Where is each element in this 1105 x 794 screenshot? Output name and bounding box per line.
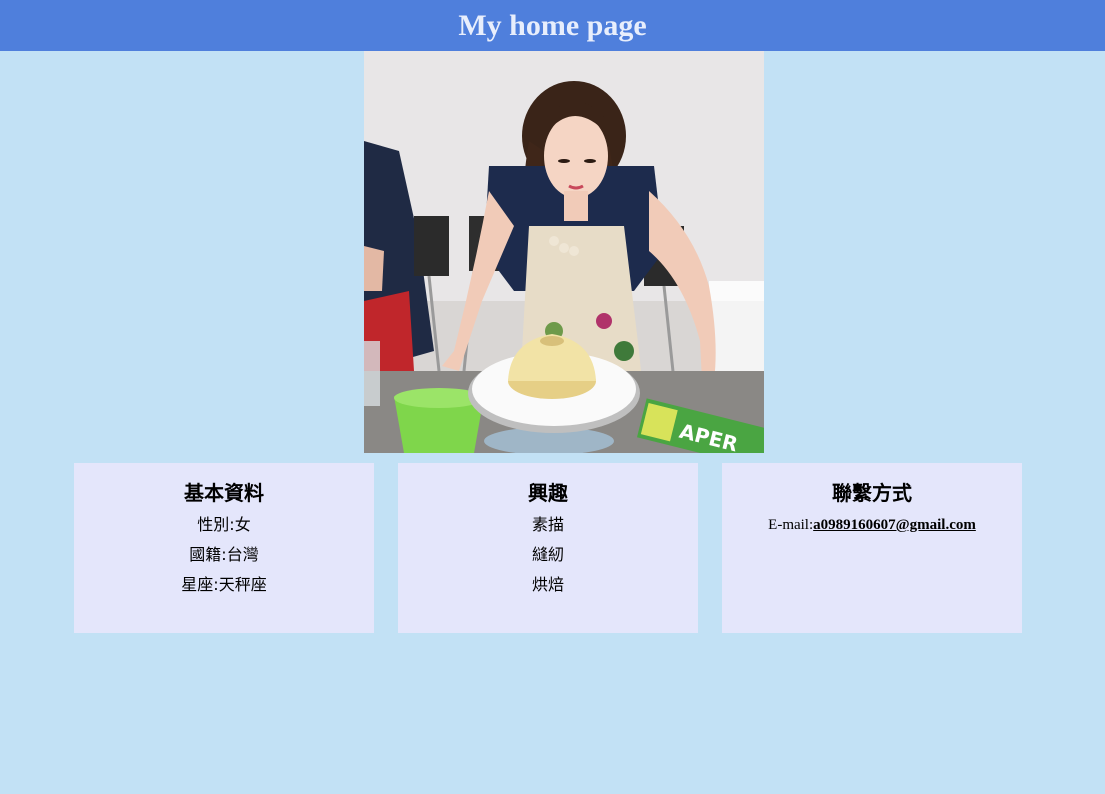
basic-info-card: 基本資料 性別:女 國籍:台灣 星座:天秤座 xyxy=(74,463,374,633)
page-title: My home page xyxy=(458,8,647,42)
hobby-item: 縫紉 xyxy=(531,545,564,564)
profile-photo: APER xyxy=(364,51,764,453)
contact-card: 聯繫方式 E-mail:a0989160607@gmail.com xyxy=(722,463,1022,633)
hobby-item: 素描 xyxy=(531,515,564,534)
hobbies-title: 興趣 xyxy=(528,481,568,505)
email-link[interactable]: a0989160607@gmail.com xyxy=(813,517,976,533)
contact-title: 聯繫方式 xyxy=(832,481,912,505)
page-header: My home page xyxy=(0,0,1105,51)
hobbies-card: 興趣 素描 縫紉 烘焙 xyxy=(398,463,698,633)
email-line: E-mail:a0989160607@gmail.com xyxy=(722,510,1022,540)
basic-info-gender: 性別:女 xyxy=(197,515,251,534)
email-label: E-mail: xyxy=(768,517,814,533)
hobby-item: 烘焙 xyxy=(531,575,564,594)
profile-photo-image: APER xyxy=(364,51,764,453)
basic-info-title: 基本資料 xyxy=(184,481,264,505)
basic-info-nationality: 國籍:台灣 xyxy=(189,545,259,564)
basic-info-zodiac: 星座:天秤座 xyxy=(181,575,267,594)
